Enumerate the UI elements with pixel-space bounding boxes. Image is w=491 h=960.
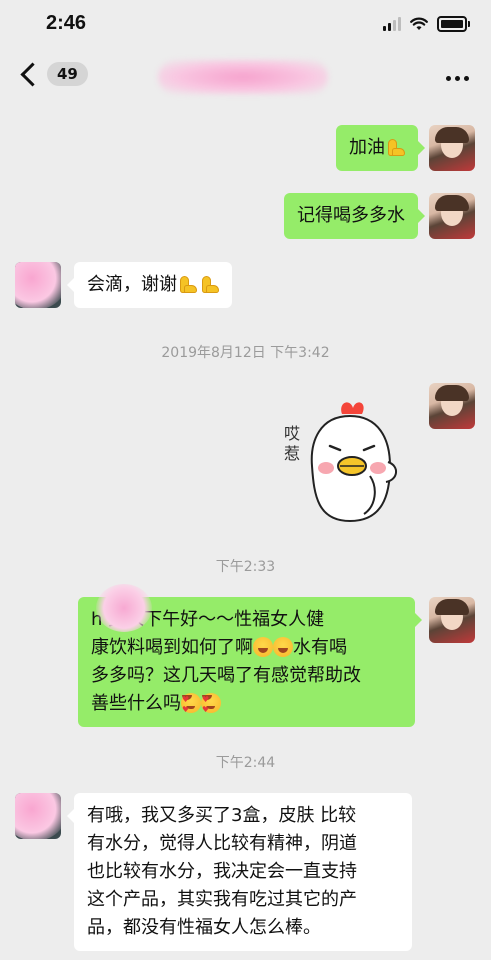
message-text-line: 康饮料喝到如何了啊 水有喝 (91, 637, 347, 658)
message-text-line: 有水分，觉得人比较有精神，阴道 (87, 833, 357, 854)
self-avatar[interactable] (429, 193, 475, 239)
heart-eyes-emoji-icon (181, 693, 201, 713)
redacted-name-blur (96, 584, 152, 632)
message-timestamp: 下午2:33 (215, 559, 276, 575)
message-text-line: 也比较有水分，我决定会一直支持 (87, 861, 357, 882)
wifi-icon (410, 17, 428, 30)
muscle-emoji-icon (385, 137, 405, 157)
message-bubble-outgoing[interactable]: 加油 (336, 125, 425, 171)
status-bar: 2:46 (0, 0, 491, 50)
cellular-signal-icon (383, 17, 401, 31)
more-dot-icon (455, 76, 460, 81)
message-timestamp: 下午2:44 (215, 755, 276, 771)
chat-header: 49 (0, 50, 491, 106)
status-time: 2:46 (46, 12, 87, 34)
message-bubble-outgoing[interactable]: 记得喝多多水 (284, 193, 425, 239)
message-timestamp: 2019年8月12日 下午3:42 (161, 345, 330, 361)
status-icons (383, 16, 470, 32)
grinning-sweat-emoji-icon (253, 637, 273, 657)
message-bubble-incoming[interactable]: 有哦，我又多买了3盒，皮肤 比较 有水分，觉得人比较有精神，阴道 也比较有水分，… (67, 793, 412, 951)
chat-message-list[interactable]: 加油 记得喝多多水 会滴，谢谢 2019年8月12日 下午3:42 哎惹 下午2… (0, 106, 491, 960)
chick-sticker-image[interactable] (280, 396, 420, 536)
grinning-sweat-emoji-icon (273, 637, 293, 657)
message-text: 记得喝多多水 (297, 205, 405, 226)
muscle-emoji-icon (177, 274, 197, 294)
unread-count-badge: 49 (47, 62, 88, 86)
back-button[interactable]: 49 (16, 61, 88, 87)
more-dot-icon (464, 76, 469, 81)
chat-title-redacted (158, 60, 328, 94)
self-avatar[interactable] (429, 125, 475, 171)
battery-icon (437, 16, 470, 32)
message-text-line: 多多吗？这几天喝了有感觉帮助改 (91, 665, 361, 686)
message-text-line: 善些什么吗 (91, 690, 402, 718)
muscle-emoji-icon (199, 274, 219, 294)
more-dot-icon (446, 76, 451, 81)
heart-eyes-emoji-icon (201, 693, 221, 713)
message-text: 加油 (349, 137, 385, 158)
chevron-left-icon (20, 61, 45, 87)
self-avatar[interactable] (429, 383, 475, 429)
message-text-line: 品，都没有性福女人怎么棒。 (87, 917, 321, 938)
self-avatar[interactable] (429, 597, 475, 643)
peer-avatar[interactable] (15, 793, 61, 839)
message-bubble-incoming[interactable]: 会滴，谢谢 (67, 262, 232, 308)
message-text-line: 有哦，我又多买了3盒，皮肤 比较 (87, 805, 357, 826)
message-text: 会滴，谢谢 (87, 274, 177, 295)
message-text-line: 这个产品，其实我有吃过其它的产 (87, 889, 357, 910)
more-options-button[interactable] (446, 76, 469, 81)
peer-avatar[interactable] (15, 262, 61, 308)
